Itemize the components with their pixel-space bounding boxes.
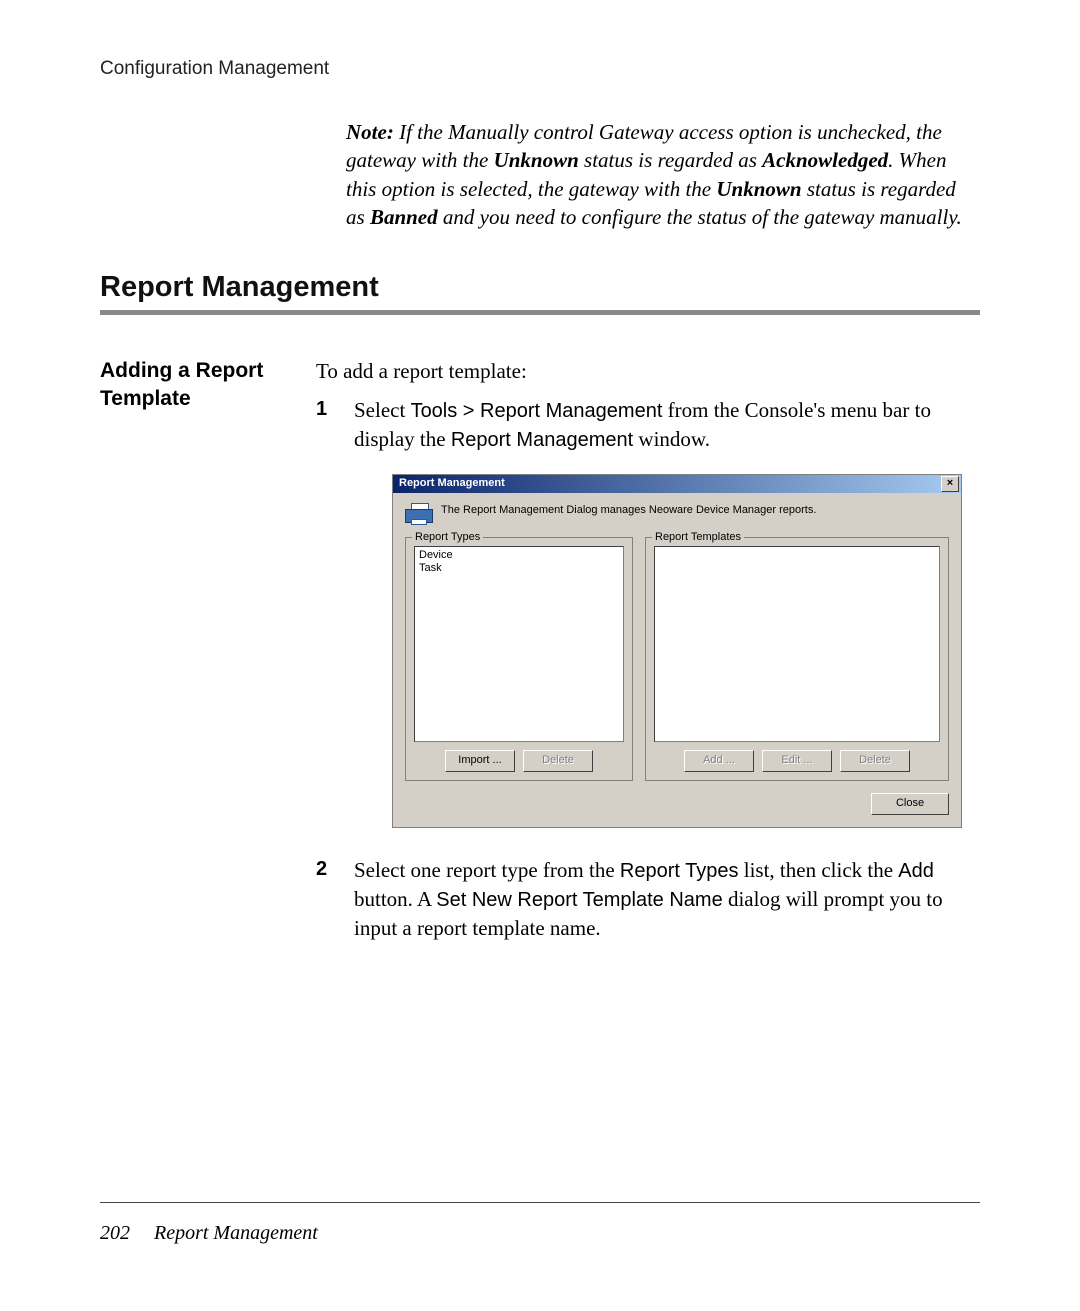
footer-rule <box>100 1202 980 1203</box>
step2-dialog-name: Set New Report Template Name <box>436 889 722 911</box>
footer-section: Report Management <box>154 1222 318 1244</box>
intro-text: To add a report template: <box>316 357 980 385</box>
section-rule <box>100 310 980 315</box>
note-ack: Acknowledged <box>762 148 888 172</box>
step2-mid2: button. A <box>354 887 436 911</box>
step1-post: window. <box>633 427 710 451</box>
delete-button[interactable]: Delete <box>523 750 593 772</box>
step2-pre: Select one report type from the <box>354 858 620 882</box>
close-icon[interactable]: × <box>941 476 959 492</box>
step2-mid1: list, then click the <box>739 858 899 882</box>
note-label: Note: <box>346 120 394 144</box>
printer-icon <box>405 503 433 527</box>
list-item[interactable]: Device <box>419 549 619 562</box>
note-seg3: status is regarded as <box>579 148 762 172</box>
subsection-label: Adding a Report Template <box>100 357 316 412</box>
note-manual-option: Manually control Gateway access <box>448 120 734 144</box>
add-button[interactable]: Add ... <box>684 750 754 772</box>
step-2: Select one report type from the Report T… <box>316 856 980 942</box>
step2-add-button-name: Add <box>898 860 934 882</box>
note-seg6: and you need to configure the status of … <box>438 205 962 229</box>
report-management-dialog: Report Management × The Report Managemen… <box>392 474 962 828</box>
list-item[interactable]: Task <box>419 562 619 575</box>
close-button[interactable]: Close <box>871 793 949 815</box>
page-header: Configuration Management <box>100 58 980 80</box>
dialog-title: Report Management <box>399 476 505 491</box>
section-title: Report Management <box>100 271 980 304</box>
note-banned: Banned <box>370 205 438 229</box>
edit-button[interactable]: Edit ... <box>762 750 832 772</box>
note-unknown2: Unknown <box>716 177 801 201</box>
delete-template-button[interactable]: Delete <box>840 750 910 772</box>
report-templates-group: Report Templates Add ... Edit ... Delete <box>645 537 949 781</box>
note-seg1: If the <box>394 120 448 144</box>
import-button[interactable]: Import ... <box>445 750 515 772</box>
report-types-list[interactable]: Device Task <box>414 546 624 742</box>
dialog-titlebar: Report Management × <box>393 475 961 493</box>
step2-list-name: Report Types <box>620 860 739 882</box>
note-paragraph: Note: If the Manually control Gateway ac… <box>346 118 970 231</box>
report-types-group: Report Types Device Task Import ... Dele… <box>405 537 633 781</box>
step-1: Select Tools > Report Management from th… <box>316 396 980 828</box>
step1-menu-path: Tools > Report Management <box>411 400 663 422</box>
page-number: 202 <box>100 1222 130 1244</box>
report-templates-label: Report Templates <box>652 530 744 545</box>
step1-window-name: Report Management <box>451 429 633 451</box>
report-types-label: Report Types <box>412 530 483 545</box>
step1-pre: Select <box>354 398 411 422</box>
report-templates-list[interactable] <box>654 546 940 742</box>
page-footer: 202 Report Management <box>100 1222 318 1245</box>
note-unknown1: Unknown <box>494 148 579 172</box>
dialog-description: The Report Management Dialog manages Neo… <box>441 503 816 518</box>
